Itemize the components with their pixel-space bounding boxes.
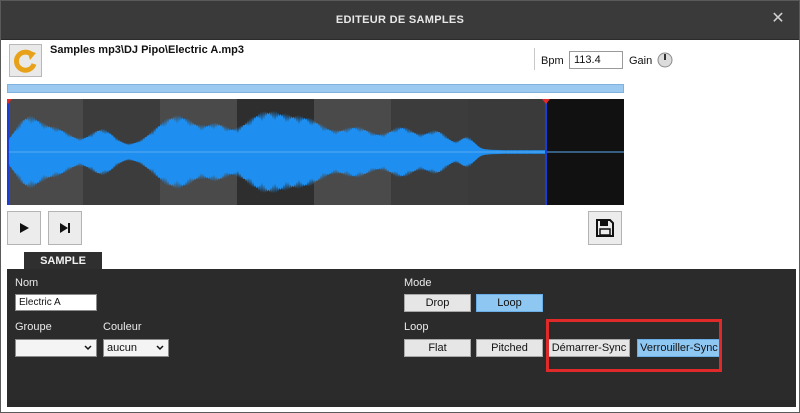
color-select[interactable]: aucun <box>103 339 169 357</box>
gain-knob[interactable] <box>657 52 673 68</box>
color-label: Couleur <box>103 321 142 333</box>
name-label: Nom <box>15 277 39 289</box>
mode-drop-button[interactable]: Drop <box>404 294 471 312</box>
file-path: Samples mp3\DJ Pipo\Electric A.mp3 <box>50 44 244 56</box>
play-button[interactable] <box>7 211 41 245</box>
mode-loop-button[interactable]: Loop <box>476 294 543 312</box>
skip-next-icon <box>60 223 70 233</box>
chevron-down-icon <box>84 345 92 351</box>
bpm-label: Bpm <box>541 55 564 67</box>
gain-label: Gain <box>629 55 653 67</box>
save-icon <box>596 219 614 237</box>
title-bar: EDITEUR DE SAMPLES ✕ <box>1 1 799 40</box>
save-button[interactable] <box>588 211 622 245</box>
tab-sample[interactable]: SAMPLE <box>24 252 102 270</box>
reload-icon <box>13 49 36 73</box>
play-icon <box>20 223 29 233</box>
group-label: Groupe <box>15 321 52 333</box>
divider <box>534 48 535 70</box>
close-icon[interactable]: ✕ <box>771 11 785 27</box>
loop-pitched-button[interactable]: Pitched <box>476 339 543 357</box>
highlight-box <box>546 319 722 372</box>
waveform-display[interactable] <box>7 99 624 205</box>
reload-button[interactable] <box>9 44 42 77</box>
color-value: aucun <box>107 342 137 354</box>
mode-label: Mode <box>404 277 432 289</box>
window-title: EDITEUR DE SAMPLES <box>335 14 465 26</box>
chevron-down-icon <box>156 345 164 351</box>
loop-label: Loop <box>404 321 429 333</box>
bpm-input[interactable]: 113.4 <box>569 51 623 69</box>
group-select[interactable] <box>15 339 97 357</box>
sample-panel: Nom Electric A Groupe Couleur aucun Mode… <box>7 269 796 407</box>
name-field[interactable]: Electric A <box>15 294 97 311</box>
sample-editor-window: EDITEUR DE SAMPLES ✕ Samples mp3\DJ Pipo… <box>0 0 800 413</box>
loop-flat-button[interactable]: Flat <box>404 339 471 357</box>
skip-next-button[interactable] <box>48 211 82 245</box>
playback-progress-bar[interactable] <box>7 84 624 93</box>
